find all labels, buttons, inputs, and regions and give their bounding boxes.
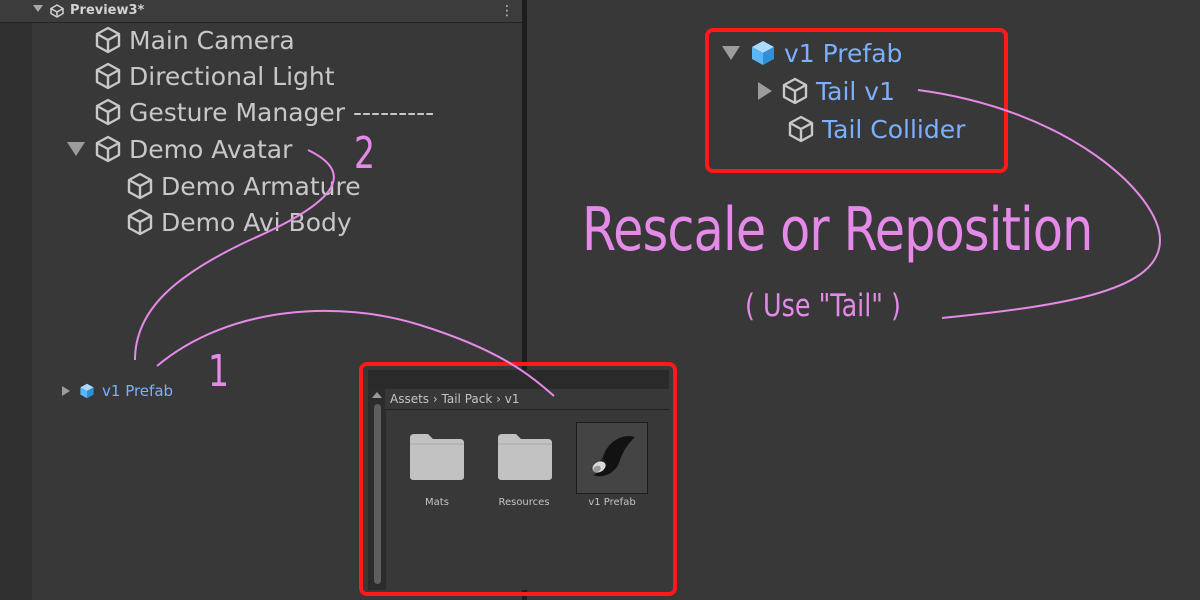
gameobject-cube-icon bbox=[93, 25, 123, 55]
more-options-icon[interactable]: ⋮ bbox=[500, 3, 514, 19]
hierarchy-item-v1-prefab[interactable]: v1 Prefab bbox=[62, 382, 173, 400]
expand-arrow-icon[interactable] bbox=[67, 142, 85, 156]
gameobject-cube-icon bbox=[93, 97, 123, 127]
gameobject-cube-icon bbox=[93, 61, 123, 91]
prefab-highlight-box bbox=[705, 28, 1008, 173]
hierarchy-item-gesture-manager[interactable]: Gesture Manager --------- bbox=[93, 97, 434, 127]
unity-logo-icon bbox=[50, 4, 64, 18]
hierarchy-item-label: Demo Armature bbox=[161, 171, 361, 201]
hierarchy-item-label: Directional Light bbox=[129, 61, 335, 91]
gameobject-cube-icon bbox=[125, 171, 155, 201]
step-number-1: 1 bbox=[208, 346, 229, 397]
hierarchy-item-label: Demo Avatar bbox=[129, 134, 293, 164]
hierarchy-item-label: v1 Prefab bbox=[102, 382, 174, 400]
step-number-2: 2 bbox=[354, 128, 375, 179]
expand-arrow-icon[interactable] bbox=[62, 386, 70, 396]
scene-title: Preview3* bbox=[70, 3, 145, 18]
hierarchy-item-label: Main Camera bbox=[129, 25, 295, 55]
hierarchy-item-directional-light[interactable]: Directional Light bbox=[93, 61, 335, 91]
hierarchy-item-demo-avi-body[interactable]: Demo Avi Body bbox=[125, 207, 352, 237]
hierarchy-item-demo-armature[interactable]: Demo Armature bbox=[125, 171, 361, 201]
gameobject-cube-icon bbox=[93, 134, 123, 164]
hierarchy-item-main-camera[interactable]: Main Camera bbox=[93, 25, 295, 55]
hierarchy-item-label: Demo Avi Body bbox=[161, 207, 352, 237]
hierarchy-item-label: Gesture Manager --------- bbox=[129, 97, 435, 127]
instruction-subtitle: ( Use "Tail" ) bbox=[745, 288, 901, 324]
hierarchy-gutter bbox=[0, 0, 32, 600]
gameobject-cube-icon bbox=[125, 207, 155, 237]
project-highlight-box bbox=[359, 362, 677, 596]
chevron-down-icon[interactable] bbox=[33, 5, 43, 12]
prefab-cube-icon bbox=[78, 382, 96, 400]
hierarchy-item-demo-avatar[interactable]: Demo Avatar bbox=[67, 134, 292, 164]
instruction-title: Rescale or Reposition bbox=[582, 195, 1093, 265]
